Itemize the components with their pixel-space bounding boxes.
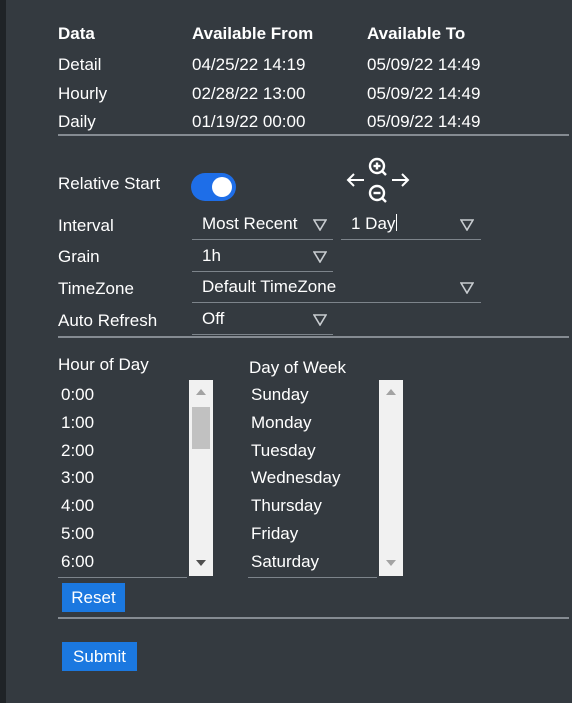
list-item[interactable]: 2:00 xyxy=(61,441,94,461)
scrollbar-thumb[interactable] xyxy=(192,407,210,449)
grain-value: 1h xyxy=(202,246,221,265)
day-of-week-scrollbar[interactable] xyxy=(379,380,403,576)
chevron-down-icon xyxy=(313,314,327,326)
scroll-down-arrow-icon[interactable] xyxy=(385,558,397,568)
list-item[interactable]: 5:00 xyxy=(61,524,94,544)
grain-label: Grain xyxy=(58,247,100,266)
toggle-knob xyxy=(212,177,232,197)
chevron-down-icon xyxy=(313,251,327,263)
list-item[interactable]: Wednesday xyxy=(251,468,340,488)
scroll-up-arrow-icon[interactable] xyxy=(195,387,207,397)
pan-right-arrow-icon xyxy=(392,173,410,187)
chevron-down-icon xyxy=(460,282,474,294)
table-cell-data: Daily xyxy=(58,112,96,131)
text-cursor xyxy=(396,214,398,231)
auto-refresh-select[interactable]: Off xyxy=(192,305,333,335)
scroll-up-arrow-icon[interactable] xyxy=(385,387,397,397)
list-item[interactable]: Friday xyxy=(251,524,298,544)
list-item[interactable]: 4:00 xyxy=(61,496,94,516)
table-cell-from: 01/19/22 00:00 xyxy=(192,112,306,131)
list-item[interactable]: 0:00 xyxy=(61,385,94,405)
column-header-available-from: Available From xyxy=(192,24,314,43)
chevron-down-icon xyxy=(313,219,327,231)
pan-left-arrow-icon xyxy=(346,173,364,187)
hour-of-day-scrollbar[interactable] xyxy=(189,380,213,576)
column-header-available-to: Available To xyxy=(367,24,466,43)
timezone-value: Default TimeZone xyxy=(202,277,337,296)
zoom-control[interactable] xyxy=(346,155,412,209)
timezone-select[interactable]: Default TimeZone xyxy=(192,273,481,303)
interval-value-select[interactable]: 1 Day xyxy=(341,210,481,240)
hour-of-day-label: Hour of Day xyxy=(58,355,149,374)
hour-of-day-list[interactable]: 0:00 1:00 2:00 3:00 4:00 5:00 6:00 xyxy=(58,380,187,578)
list-item[interactable]: Tuesday xyxy=(251,441,316,461)
list-item[interactable]: Monday xyxy=(251,413,311,433)
timezone-label: TimeZone xyxy=(58,279,134,298)
divider xyxy=(58,617,569,619)
auto-refresh-value: Off xyxy=(202,309,225,328)
divider xyxy=(58,336,569,338)
list-item[interactable]: Saturday xyxy=(251,552,319,572)
divider xyxy=(58,134,569,136)
auto-refresh-label: Auto Refresh xyxy=(58,311,158,330)
table-cell-to: 05/09/22 14:49 xyxy=(367,84,481,103)
relative-start-toggle[interactable] xyxy=(191,173,236,201)
table-cell-to: 05/09/22 14:49 xyxy=(367,55,481,74)
submit-button[interactable]: Submit xyxy=(62,642,137,671)
day-of-week-list[interactable]: Sunday Monday Tuesday Wednesday Thursday… xyxy=(248,380,377,578)
table-cell-to: 05/09/22 14:49 xyxy=(367,112,481,131)
table-cell-from: 02/28/22 13:00 xyxy=(192,84,306,103)
interval-label: Interval xyxy=(58,216,114,235)
interval-value: 1 Day xyxy=(351,214,398,233)
chevron-down-icon xyxy=(460,219,474,231)
zoom-out-icon xyxy=(368,184,387,203)
column-header-data: Data xyxy=(58,24,95,43)
interval-mode-value: Most Recent xyxy=(202,214,298,233)
table-cell-data: Detail xyxy=(58,55,102,74)
relative-start-label: Relative Start xyxy=(58,174,161,193)
day-of-week-label: Day of Week xyxy=(249,358,347,377)
list-item[interactable]: 6:00 xyxy=(61,552,94,572)
list-item[interactable]: Thursday xyxy=(251,496,322,516)
zoom-in-icon xyxy=(368,157,387,176)
interval-mode-select[interactable]: Most Recent xyxy=(192,210,333,240)
table-cell-data: Hourly xyxy=(58,84,108,103)
window-left-edge xyxy=(0,0,6,703)
reset-button[interactable]: Reset xyxy=(62,583,125,612)
list-item[interactable]: 3:00 xyxy=(61,468,94,488)
list-item[interactable]: 1:00 xyxy=(61,413,94,433)
table-cell-from: 04/25/22 14:19 xyxy=(192,55,306,74)
scroll-down-arrow-icon[interactable] xyxy=(195,558,207,568)
list-item[interactable]: Sunday xyxy=(251,385,309,405)
grain-select[interactable]: 1h xyxy=(192,242,333,272)
